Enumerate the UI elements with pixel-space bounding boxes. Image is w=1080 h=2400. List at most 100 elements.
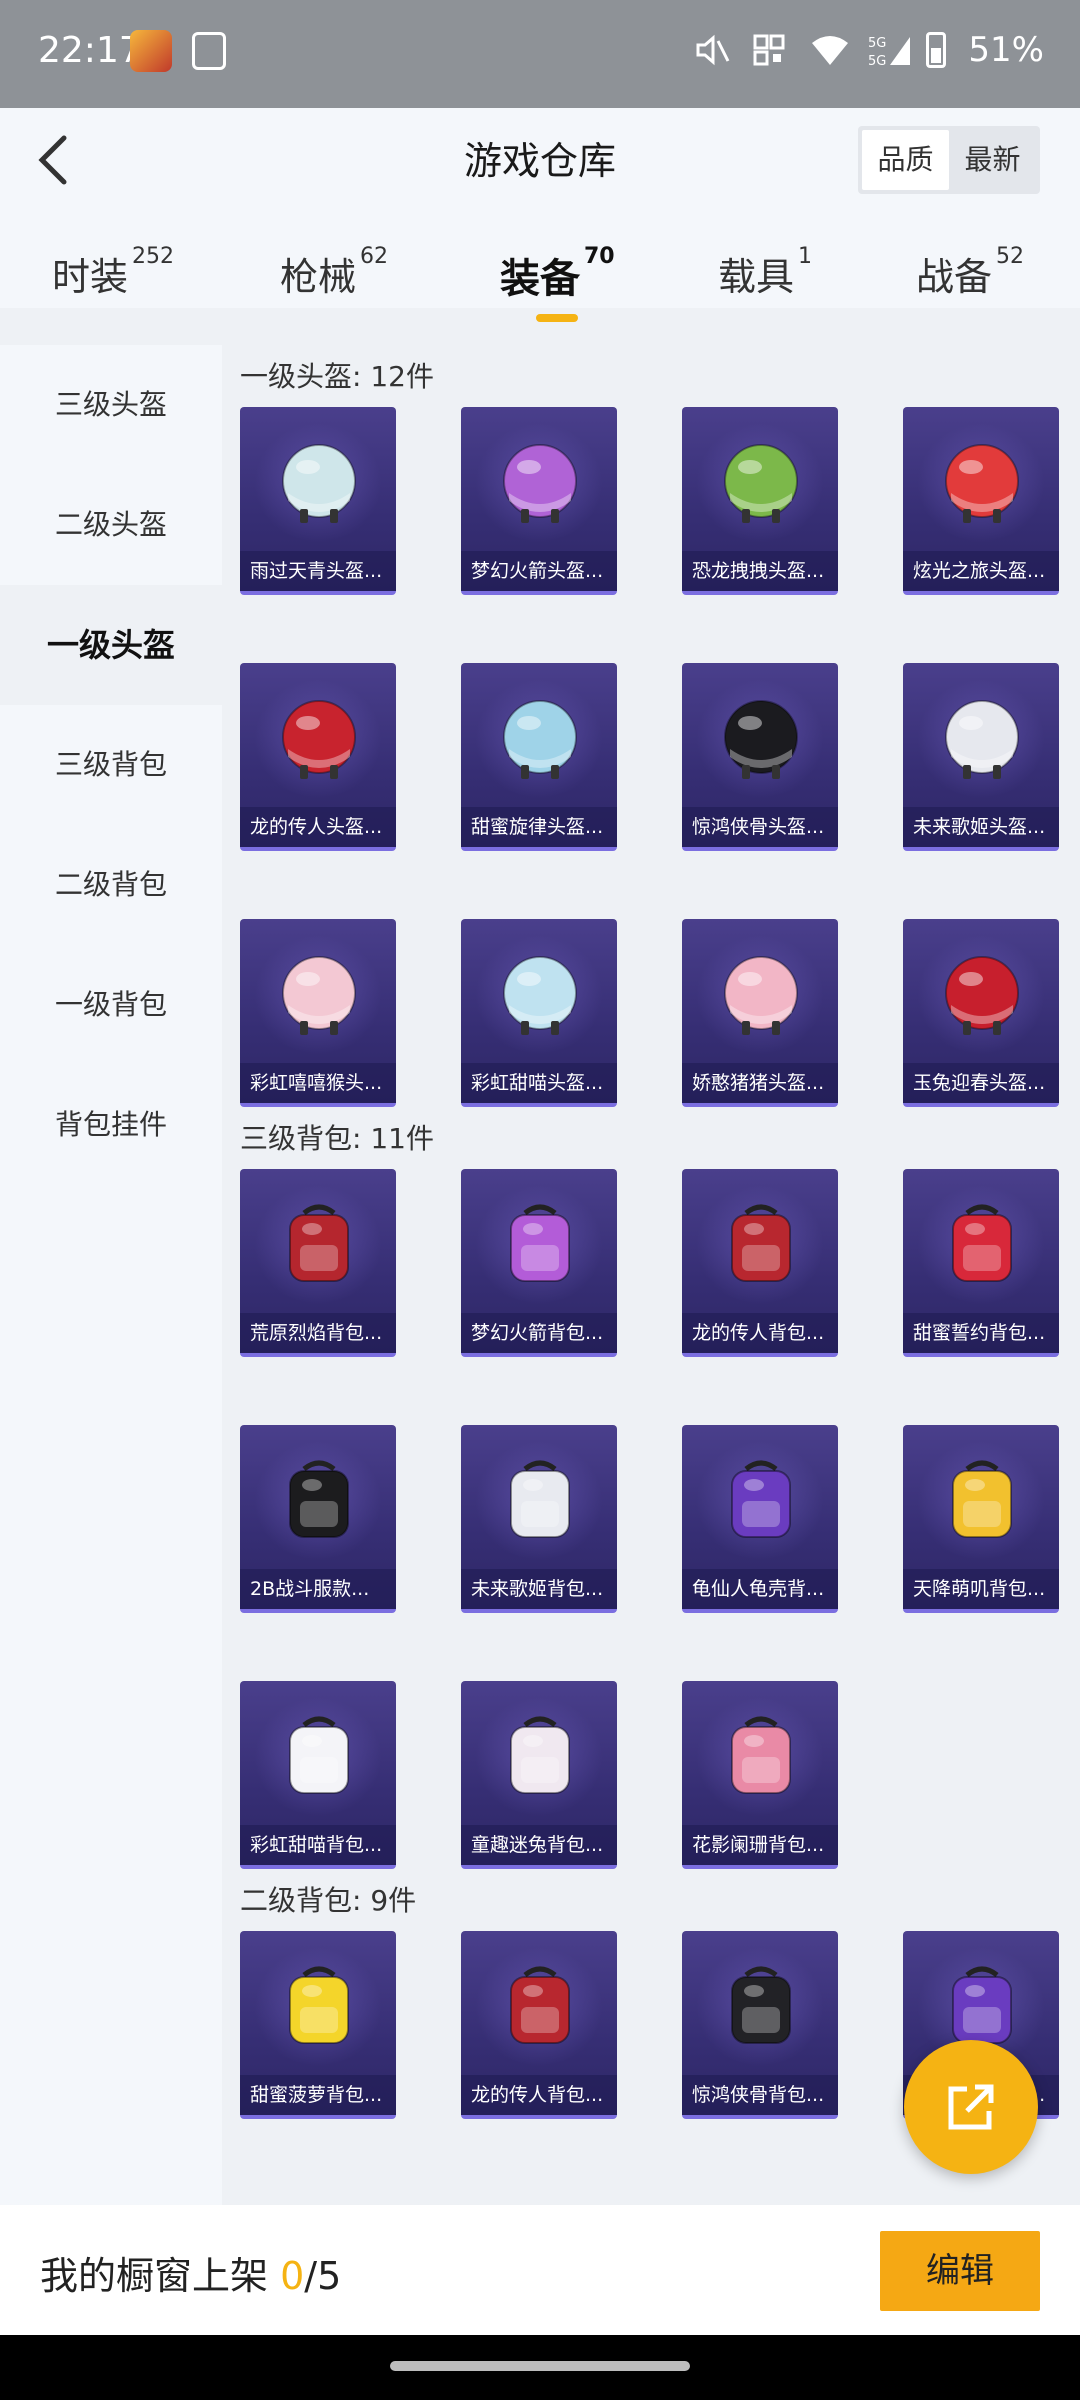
item-name: 童趣迷兔背包... [461,1825,617,1865]
share-button[interactable] [904,2040,1038,2174]
backpack-item-card[interactable]: 龙的传人背包... [682,1169,838,1357]
tab-fashion[interactable]: 时装 252 [52,244,174,301]
sidebar-item-level1-backpack[interactable]: 一级背包 [0,945,222,1065]
category-tabs: 时装 252 枪械 62 装备 70 载具 1 战备 52 [0,244,1080,336]
active-tab-indicator [536,314,578,322]
item-name: 天降萌叽背包... [903,1569,1059,1609]
sort-quality-button[interactable]: 品质 [862,130,949,190]
backpack-icon [510,1716,570,1794]
backpack-icon [289,1204,349,1282]
backpack-item-card[interactable]: 2B战斗服款... [240,1425,396,1613]
item-name: 荒原烈焰背包... [240,1313,396,1353]
helmet-item-card[interactable]: 娇憨猪猪头盔... [682,919,838,1107]
backpack-icon [731,1966,791,2044]
item-name: 娇憨猪猪头盔... [682,1063,838,1103]
item-name: 彩虹嘻嘻猴头... [240,1063,396,1103]
helmet-item-card[interactable]: 彩虹甜喵头盔... [461,919,617,1107]
sidebar-item-level2-backpack[interactable]: 二级背包 [0,825,222,945]
tab-label: 载具 [718,255,795,299]
item-grid: 一级头盔: 12件 雨过天青头盔... 梦幻火箭头盔... 恐龙拽拽头盔... 炫光之旅… [222,345,1080,2205]
backpack-icon [510,1204,570,1282]
home-gesture-pill[interactable] [390,2361,690,2371]
item-name: 甜蜜誓约背包... [903,1313,1059,1353]
helmet-icon [945,444,1019,523]
item-name: 惊鸿侠骨头盔... [682,807,838,847]
bottom-bar: 我的橱窗上架 0/5 编辑 [0,2205,1080,2335]
tab-vehicles[interactable]: 载具 1 [718,244,812,301]
helmet-icon [282,444,356,523]
backpack-item-card[interactable]: 惊鸿侠骨背包... [682,1931,838,2119]
backpack-icon [289,1966,349,2044]
tab-combat-gear[interactable]: 战备 52 [916,244,1024,301]
helmet-item-card[interactable]: 雨过天青头盔... [240,407,396,595]
backpack-item-card[interactable]: 彩虹甜喵背包... [240,1681,396,1869]
backpack-item-card[interactable]: 花影阑珊背包... [682,1681,838,1869]
helmet-item-card[interactable]: 未来歌姬头盔... [903,663,1059,851]
item-name: 玉兔迎春头盔... [903,1063,1059,1103]
tab-guns[interactable]: 枪械 62 [280,244,389,301]
showcase-label: 我的橱窗上架 [40,2254,269,2298]
item-name: 2B战斗服款... [240,1569,396,1609]
game-app-icon [130,30,172,72]
helmet-icon [945,700,1019,779]
sidebar-item-level2-helmet[interactable]: 二级头盔 [0,465,222,585]
helmet-item-card[interactable]: 恐龙拽拽头盔... [682,407,838,595]
backpack-icon [289,1460,349,1538]
item-name: 龙的传人头盔... [240,807,396,847]
item-name: 炫光之旅头盔... [903,551,1059,591]
wifi-icon [810,33,849,67]
helmet-item-card[interactable]: 玉兔迎春头盔... [903,919,1059,1107]
helmet-item-card[interactable]: 龙的传人头盔... [240,663,396,851]
edit-button[interactable]: 编辑 [880,2231,1040,2311]
item-name: 龙的传人背包... [682,1313,838,1353]
phone-sync-icon [192,32,226,70]
tab-label: 时装 [52,255,129,299]
status-icons: 5G 5G 51% [694,30,1044,70]
backpack-icon [510,1460,570,1538]
helmet-icon [503,700,577,779]
item-name: 甜蜜旋律头盔... [461,807,617,847]
helmet-item-card[interactable]: 彩虹嘻嘻猴头... [240,919,396,1107]
battery-percent: 51% [968,30,1044,70]
sort-toggle: 品质 最新 [858,126,1040,194]
share-external-icon [948,2084,994,2130]
item-name: 龟仙人龟壳背... [682,1569,838,1609]
backpack-item-card[interactable]: 荒原烈焰背包... [240,1169,396,1357]
backpack-item-card[interactable]: 甜蜜誓约背包... [903,1169,1059,1357]
tab-count: 62 [360,244,389,269]
item-name: 花影阑珊背包... [682,1825,838,1865]
backpack-item-card[interactable]: 天降萌叽背包... [903,1425,1059,1613]
backpack-item-card[interactable]: 龟仙人龟壳背... [682,1425,838,1613]
item-name: 梦幻火箭头盔... [461,551,617,591]
backpack-item-card[interactable]: 梦幻火箭背包... [461,1169,617,1357]
section-title: 二级背包: 9件 [240,1884,417,1917]
backpack-icon [731,1716,791,1794]
system-nav-bar [0,2335,1080,2400]
sort-latest-button[interactable]: 最新 [949,130,1036,190]
helmet-item-card[interactable]: 甜蜜旋律头盔... [461,663,617,851]
backpack-icon [731,1204,791,1282]
backpack-icon [510,1966,570,2044]
helmet-item-card[interactable]: 梦幻火箭头盔... [461,407,617,595]
sidebar-item-level1-helmet[interactable]: 一级头盔 [0,585,222,705]
item-name: 龙的传人背包... [461,2075,617,2115]
backpack-icon [289,1716,349,1794]
tab-label: 战备 [916,255,993,299]
svg-text:5G: 5G [868,36,886,51]
backpack-item-card[interactable]: 童趣迷兔背包... [461,1681,617,1869]
backpack-item-card[interactable]: 未来歌姬背包... [461,1425,617,1613]
helmet-icon [282,956,356,1035]
item-name: 恐龙拽拽头盔... [682,551,838,591]
helmet-icon [724,700,798,779]
sidebar-item-level3-backpack[interactable]: 三级背包 [0,705,222,825]
helmet-item-card[interactable]: 炫光之旅头盔... [903,407,1059,595]
sidebar-item-backpack-charm[interactable]: 背包挂件 [0,1065,222,1185]
sidebar-item-level3-helmet[interactable]: 三级头盔 [0,345,222,465]
section-title: 三级背包: 11件 [240,1122,434,1155]
backpack-item-card[interactable]: 龙的传人背包... [461,1931,617,2119]
showcase-max: /5 [304,2254,342,2298]
signal-icon: 5G 5G [868,33,911,69]
backpack-item-card[interactable]: 甜蜜菠萝背包... [240,1931,396,2119]
tab-equipment[interactable]: 装备 70 [500,244,615,304]
helmet-item-card[interactable]: 惊鸿侠骨头盔... [682,663,838,851]
